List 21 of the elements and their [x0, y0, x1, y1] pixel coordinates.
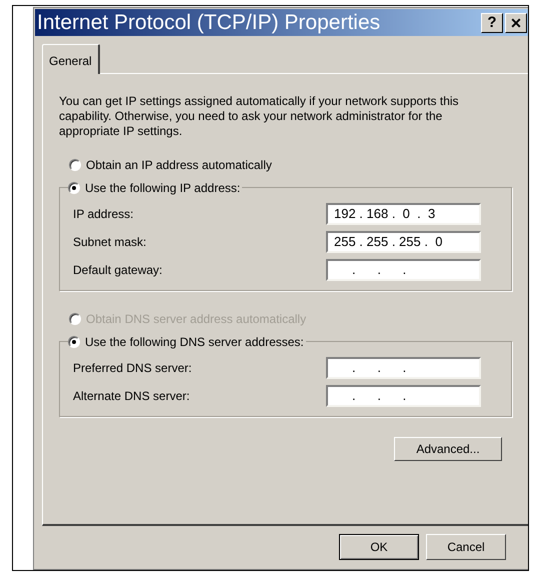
ip-address-field[interactable]: . . .	[326, 357, 481, 379]
dialog-button[interactable]: Cancel	[426, 534, 506, 560]
field-label: Alternate DNS server:	[73, 388, 190, 405]
radio-option[interactable]: Use the following DNS server addresses:	[68, 333, 306, 351]
field-label: Subnet mask:	[73, 234, 146, 251]
ip-address-field[interactable]: 192 . 168 . 0 . 3	[326, 203, 481, 225]
field-label: Default gateway:	[73, 262, 162, 279]
field-label: Preferred DNS server:	[73, 360, 192, 377]
tab[interactable]: General	[42, 44, 100, 74]
dialog-button[interactable]: OK	[339, 534, 419, 560]
ip-address-field[interactable]: 255 . 255 . 255 . 0	[326, 231, 481, 253]
radio-option[interactable]: Obtain an IP address automatically	[69, 156, 274, 174]
help-button[interactable]: ?	[481, 12, 503, 32]
advanced-button[interactable]: Advanced...	[394, 437, 502, 461]
description-text: You can get IP settings assigned automatically if your network supports this capability. Otherwise, you need to ask your network administrator for the appropriate IP settings.	[59, 94, 460, 139]
radio-option[interactable]: Use the following IP address:	[68, 179, 242, 197]
window-title: Internet Protocol (TCP/IP) Properties	[37, 12, 380, 33]
field-label: IP address:	[73, 206, 134, 223]
ip-address-field[interactable]: . . .	[326, 385, 481, 407]
ip-address-field[interactable]: . . .	[326, 259, 481, 281]
close-button[interactable]: ×	[505, 12, 527, 32]
